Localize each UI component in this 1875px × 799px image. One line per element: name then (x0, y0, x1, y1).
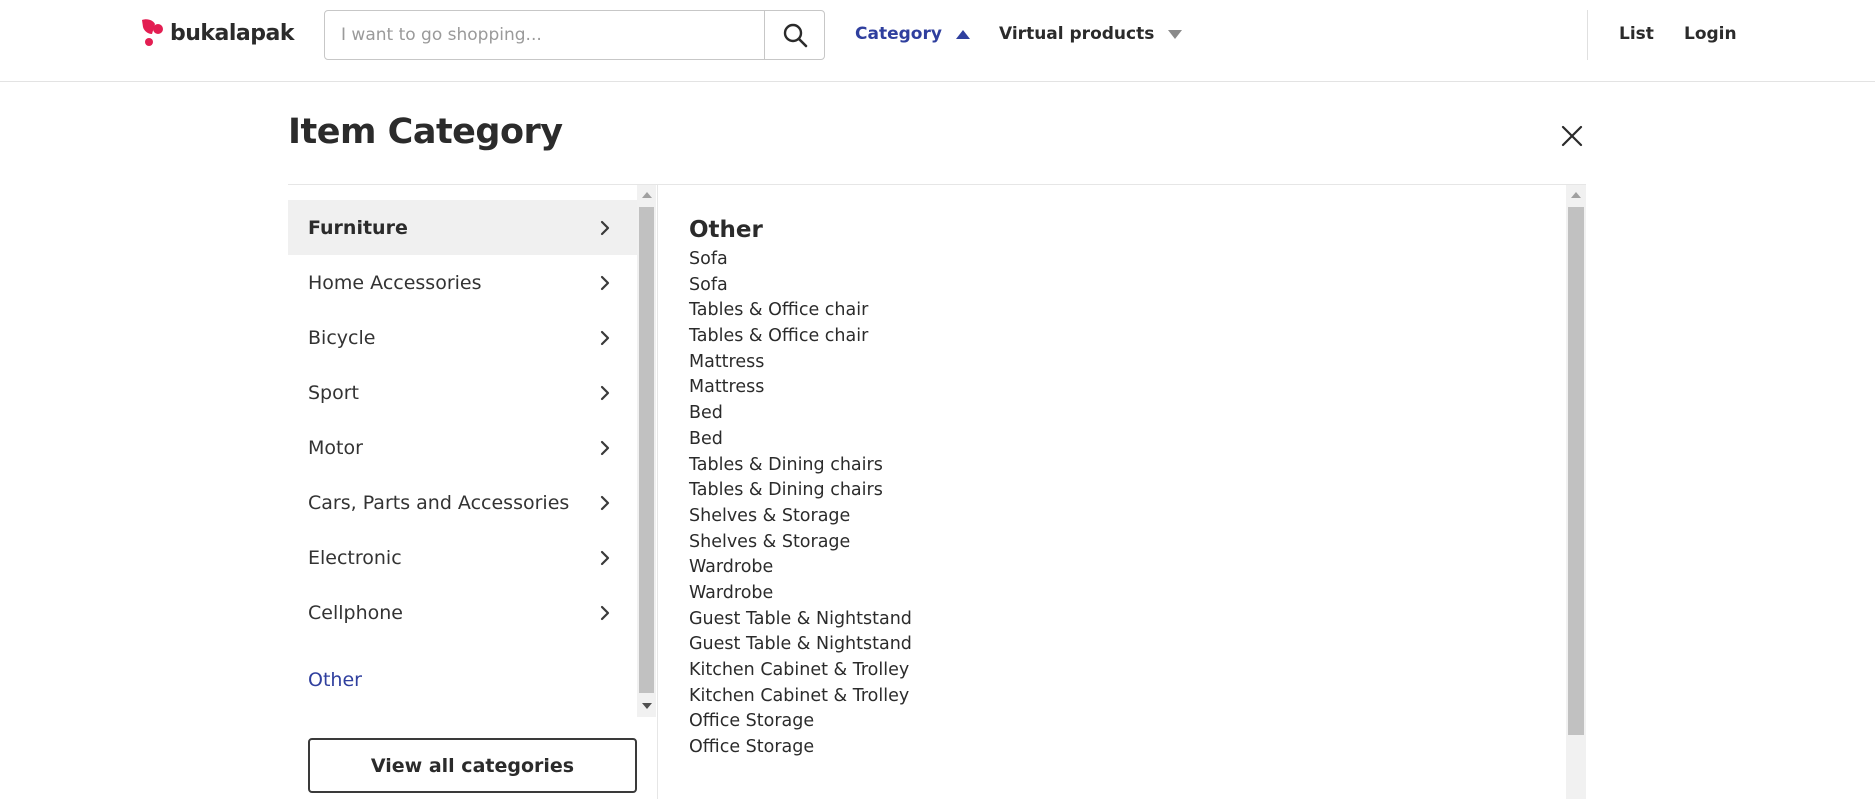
category-sidebar: Furniture Home Accessories Bicycle Sport Mot… (288, 185, 637, 715)
chevron-right-icon (600, 385, 610, 400)
view-all-categories-button[interactable]: View all categories (308, 738, 637, 793)
chevron-right-icon (600, 275, 610, 290)
subcategory-item[interactable]: Guest Table & Nightstand (689, 632, 912, 658)
subcategory-item[interactable]: Kitchen Cabinet & Trolley (689, 684, 912, 710)
category-item[interactable]: Cars, Parts and Accessories (288, 475, 637, 530)
nav-list-link[interactable]: List (1619, 22, 1654, 46)
category-item[interactable]: Furniture (288, 200, 637, 255)
category-item-label: Home Accessories (308, 271, 482, 294)
subcategory-item[interactable]: Mattress (689, 350, 912, 376)
category-item-label: Motor (308, 436, 363, 459)
subcategory-item[interactable]: Shelves & Storage (689, 530, 912, 556)
panel-title: Item Category (288, 112, 563, 152)
category-item[interactable]: Electronic (288, 530, 637, 585)
category-item-label: Sport (308, 381, 360, 404)
subcategory-list: Sofa Sofa Tables & Office chair Tables & Of… (689, 247, 912, 761)
search-icon (783, 23, 807, 48)
subcategory-item[interactable]: Tables & Office chair (689, 324, 912, 350)
subcategory-item[interactable]: Sofa (689, 273, 912, 299)
scroll-up-arrow-icon[interactable] (642, 192, 652, 198)
subcategory-item[interactable]: Bed (689, 401, 912, 427)
chevron-right-icon (600, 605, 610, 620)
subcategory-item[interactable]: Wardrobe (689, 555, 912, 581)
category-item[interactable]: Cellphone (288, 585, 637, 640)
subcategory-item[interactable]: Tables & Dining chairs (689, 478, 912, 504)
brand-logo[interactable]: bukalapak (139, 18, 295, 48)
chevron-right-icon (600, 550, 610, 565)
bukalapak-logo-icon (142, 19, 163, 46)
close-button[interactable] (1558, 122, 1586, 150)
subcategory-item[interactable]: Tables & Office chair (689, 298, 912, 324)
brand-name: bukalapak (170, 20, 295, 46)
category-item[interactable]: Sport (288, 365, 637, 420)
category-item[interactable]: Motor (288, 420, 637, 475)
category-item[interactable]: Home Accessories (288, 255, 637, 310)
close-icon (1561, 125, 1583, 147)
nav-virtual-products-label: Virtual products (999, 24, 1155, 44)
search-input[interactable] (325, 11, 764, 59)
subcategory-title: Other (689, 217, 763, 243)
chevron-right-icon (600, 495, 610, 510)
subcategory-item[interactable]: Guest Table & Nightstand (689, 607, 912, 633)
chevron-right-icon (600, 220, 610, 235)
nav-category-label: Category (855, 24, 942, 44)
other-category-link[interactable]: Other (308, 669, 362, 691)
subcategory-item[interactable]: Office Storage (689, 735, 912, 761)
scroll-up-arrow-icon[interactable] (1571, 192, 1581, 198)
header-divider (1587, 10, 1588, 60)
subcategory-item[interactable]: Mattress (689, 375, 912, 401)
caret-down-icon (1168, 29, 1183, 39)
chevron-right-icon (600, 440, 610, 455)
search-bar (324, 10, 825, 60)
category-item-label: Electronic (308, 546, 402, 569)
subcategory-item[interactable]: Wardrobe (689, 581, 912, 607)
category-item-label: Cellphone (308, 601, 403, 624)
category-list: Furniture Home Accessories Bicycle Sport Mot… (288, 200, 637, 640)
subcategory-panel: Other Sofa Sofa Tables & Office chair Table… (657, 185, 1566, 799)
scrollbar-thumb[interactable] (1568, 207, 1584, 735)
nav-login-link[interactable]: Login (1684, 22, 1737, 46)
category-item-label: Bicycle (308, 326, 376, 349)
nav-virtual-products[interactable]: Virtual products (999, 22, 1183, 46)
caret-up-icon (955, 29, 970, 39)
scrollbar-thumb[interactable] (639, 207, 654, 693)
category-item-label: Cars, Parts and Accessories (308, 491, 570, 514)
subcategory-item[interactable]: Office Storage (689, 709, 912, 735)
subcategory-item[interactable]: Shelves & Storage (689, 504, 912, 530)
top-header: bukalapak Category Virtual products List… (0, 0, 1875, 82)
category-scrollbar[interactable] (637, 185, 656, 717)
category-item[interactable]: Bicycle (288, 310, 637, 365)
scroll-down-arrow-icon[interactable] (642, 703, 652, 709)
subcategory-item[interactable]: Bed (689, 427, 912, 453)
subcategory-item[interactable]: Kitchen Cabinet & Trolley (689, 658, 912, 684)
category-item-label: Furniture (308, 216, 408, 239)
chevron-right-icon (600, 330, 610, 345)
search-button[interactable] (764, 11, 824, 59)
nav-list-label: List (1619, 24, 1654, 44)
nav-category[interactable]: Category (855, 22, 970, 46)
subcategory-item[interactable]: Tables & Dining chairs (689, 453, 912, 479)
subcategory-scrollbar[interactable] (1566, 185, 1586, 799)
subcategory-item[interactable]: Sofa (689, 247, 912, 273)
nav-login-label: Login (1684, 24, 1737, 44)
